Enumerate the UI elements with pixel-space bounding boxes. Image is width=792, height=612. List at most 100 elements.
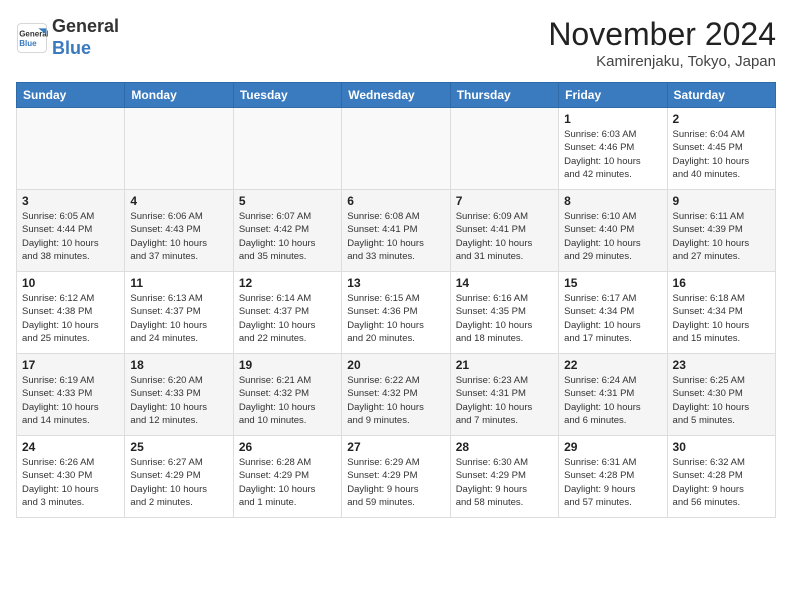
- day-info: Sunrise: 6:03 AM Sunset: 4:46 PM Dayligh…: [564, 128, 661, 181]
- day-number: 27: [347, 440, 444, 454]
- title-block: November 2024 Kamirenjaku, Tokyo, Japan: [548, 16, 776, 70]
- day-info: Sunrise: 6:07 AM Sunset: 4:42 PM Dayligh…: [239, 210, 336, 263]
- day-info: Sunrise: 6:31 AM Sunset: 4:28 PM Dayligh…: [564, 456, 661, 509]
- day-info: Sunrise: 6:04 AM Sunset: 4:45 PM Dayligh…: [673, 128, 770, 181]
- calendar-cell: 15 Sunrise: 6:17 AM Sunset: 4:34 PM Dayli…: [559, 272, 667, 354]
- logo: General Blue General Blue: [16, 16, 119, 59]
- location: Kamirenjaku, Tokyo, Japan: [548, 53, 776, 70]
- day-number: 28: [456, 440, 553, 454]
- calendar-cell: 28Sunrise: 6:30 AM Sunset: 4:29 PM Dayli…: [450, 436, 558, 518]
- day-info: Sunrise: 6:16 AM Sunset: 4:35 PM Dayligh…: [456, 292, 553, 345]
- logo-blue: Blue: [52, 38, 91, 58]
- day-info: Sunrise: 6:29 AM Sunset: 4:29 PM Dayligh…: [347, 456, 444, 509]
- calendar-cell: 12 Sunrise: 6:14 AM Sunset: 4:37 PM Dayli…: [233, 272, 341, 354]
- day-number: 18: [130, 358, 227, 372]
- day-info: Sunrise: 6:19 AM Sunset: 4:33 PM Dayligh…: [22, 374, 119, 427]
- day-number: 19: [239, 358, 336, 372]
- day-number: 17: [22, 358, 119, 372]
- day-number: 10: [22, 276, 119, 290]
- day-number: 5: [239, 194, 336, 208]
- logo-general: General: [52, 16, 119, 36]
- calendar-cell: 22 Sunrise: 6:24 AM Sunset: 4:31 PM Dayli…: [559, 354, 667, 436]
- weekday-header-sunday: Sunday: [17, 83, 125, 108]
- day-number: 24: [22, 440, 119, 454]
- day-info: Sunrise: 6:17 AM Sunset: 4:34 PM Dayligh…: [564, 292, 661, 345]
- day-info: Sunrise: 6:14 AM Sunset: 4:37 PM Dayligh…: [239, 292, 336, 345]
- day-number: 23: [673, 358, 770, 372]
- calendar-cell: 10 Sunrise: 6:12 AM Sunset: 4:38 PM Dayli…: [17, 272, 125, 354]
- calendar-cell: 8Sunrise: 6:10 AM Sunset: 4:40 PM Daylig…: [559, 190, 667, 272]
- calendar-cell: 3 Sunrise: 6:05 AM Sunset: 4:44 PM Daylig…: [17, 190, 125, 272]
- day-number: 11: [130, 276, 227, 290]
- page-container: General Blue General Blue November 2024 …: [0, 0, 792, 612]
- week-row-3: 17 Sunrise: 6:19 AM Sunset: 4:33 PM Dayli…: [17, 354, 776, 436]
- day-info: Sunrise: 6:24 AM Sunset: 4:31 PM Dayligh…: [564, 374, 661, 427]
- calendar-cell: 4Sunrise: 6:06 AM Sunset: 4:43 PM Daylig…: [125, 190, 233, 272]
- logo-text: General Blue: [52, 16, 119, 59]
- day-number: 26: [239, 440, 336, 454]
- weekday-header-row: SundayMondayTuesdayWednesdayThursdayFrid…: [17, 83, 776, 108]
- day-number: 25: [130, 440, 227, 454]
- day-number: 21: [456, 358, 553, 372]
- week-row-4: 24 Sunrise: 6:26 AM Sunset: 4:30 PM Dayli…: [17, 436, 776, 518]
- calendar-cell: 7Sunrise: 6:09 AM Sunset: 4:41 PM Daylig…: [450, 190, 558, 272]
- calendar-cell: 11Sunrise: 6:13 AM Sunset: 4:37 PM Dayli…: [125, 272, 233, 354]
- month-title: November 2024: [548, 16, 776, 53]
- logo-icon: General Blue: [16, 22, 48, 54]
- week-row-2: 10 Sunrise: 6:12 AM Sunset: 4:38 PM Dayli…: [17, 272, 776, 354]
- day-number: 9: [673, 194, 770, 208]
- day-number: 12: [239, 276, 336, 290]
- day-number: 29: [564, 440, 661, 454]
- calendar-table: SundayMondayTuesdayWednesdayThursdayFrid…: [16, 82, 776, 518]
- page-header: General Blue General Blue November 2024 …: [16, 16, 776, 70]
- day-number: 13: [347, 276, 444, 290]
- week-row-0: 1Sunrise: 6:03 AM Sunset: 4:46 PM Daylig…: [17, 108, 776, 190]
- calendar-cell: 17 Sunrise: 6:19 AM Sunset: 4:33 PM Dayli…: [17, 354, 125, 436]
- day-info: Sunrise: 6:23 AM Sunset: 4:31 PM Dayligh…: [456, 374, 553, 427]
- calendar-cell: 26Sunrise: 6:28 AM Sunset: 4:29 PM Dayli…: [233, 436, 341, 518]
- day-number: 3: [22, 194, 119, 208]
- weekday-header-tuesday: Tuesday: [233, 83, 341, 108]
- calendar-cell: 27 Sunrise: 6:29 AM Sunset: 4:29 PM Dayli…: [342, 436, 450, 518]
- day-number: 22: [564, 358, 661, 372]
- calendar-cell: 2Sunrise: 6:04 AM Sunset: 4:45 PM Daylig…: [667, 108, 775, 190]
- day-info: Sunrise: 6:05 AM Sunset: 4:44 PM Dayligh…: [22, 210, 119, 263]
- day-number: 4: [130, 194, 227, 208]
- calendar-cell: 13 Sunrise: 6:15 AM Sunset: 4:36 PM Dayli…: [342, 272, 450, 354]
- weekday-header-saturday: Saturday: [667, 83, 775, 108]
- calendar-cell: 24 Sunrise: 6:26 AM Sunset: 4:30 PM Dayli…: [17, 436, 125, 518]
- day-number: 14: [456, 276, 553, 290]
- day-info: Sunrise: 6:27 AM Sunset: 4:29 PM Dayligh…: [130, 456, 227, 509]
- calendar-cell: [233, 108, 341, 190]
- calendar-cell: 5 Sunrise: 6:07 AM Sunset: 4:42 PM Daylig…: [233, 190, 341, 272]
- calendar-cell: 14 Sunrise: 6:16 AM Sunset: 4:35 PM Dayli…: [450, 272, 558, 354]
- calendar-cell: 6 Sunrise: 6:08 AM Sunset: 4:41 PM Daylig…: [342, 190, 450, 272]
- week-row-1: 3 Sunrise: 6:05 AM Sunset: 4:44 PM Daylig…: [17, 190, 776, 272]
- calendar-cell: 20Sunrise: 6:22 AM Sunset: 4:32 PM Dayli…: [342, 354, 450, 436]
- day-info: Sunrise: 6:12 AM Sunset: 4:38 PM Dayligh…: [22, 292, 119, 345]
- weekday-header-monday: Monday: [125, 83, 233, 108]
- calendar-cell: 1Sunrise: 6:03 AM Sunset: 4:46 PM Daylig…: [559, 108, 667, 190]
- day-info: Sunrise: 6:08 AM Sunset: 4:41 PM Dayligh…: [347, 210, 444, 263]
- calendar-cell: [450, 108, 558, 190]
- weekday-header-friday: Friday: [559, 83, 667, 108]
- calendar-cell: 29 Sunrise: 6:31 AM Sunset: 4:28 PM Dayli…: [559, 436, 667, 518]
- calendar-cell: 18 Sunrise: 6:20 AM Sunset: 4:33 PM Dayli…: [125, 354, 233, 436]
- day-info: Sunrise: 6:26 AM Sunset: 4:30 PM Dayligh…: [22, 456, 119, 509]
- weekday-header-thursday: Thursday: [450, 83, 558, 108]
- day-info: Sunrise: 6:09 AM Sunset: 4:41 PM Dayligh…: [456, 210, 553, 263]
- day-number: 16: [673, 276, 770, 290]
- day-info: Sunrise: 6:20 AM Sunset: 4:33 PM Dayligh…: [130, 374, 227, 427]
- day-info: Sunrise: 6:18 AM Sunset: 4:34 PM Dayligh…: [673, 292, 770, 345]
- day-number: 15: [564, 276, 661, 290]
- calendar-cell: 30Sunrise: 6:32 AM Sunset: 4:28 PM Dayli…: [667, 436, 775, 518]
- calendar-cell: [342, 108, 450, 190]
- calendar-cell: 9Sunrise: 6:11 AM Sunset: 4:39 PM Daylig…: [667, 190, 775, 272]
- day-info: Sunrise: 6:10 AM Sunset: 4:40 PM Dayligh…: [564, 210, 661, 263]
- day-number: 6: [347, 194, 444, 208]
- day-info: Sunrise: 6:15 AM Sunset: 4:36 PM Dayligh…: [347, 292, 444, 345]
- weekday-header-wednesday: Wednesday: [342, 83, 450, 108]
- day-number: 20: [347, 358, 444, 372]
- day-info: Sunrise: 6:21 AM Sunset: 4:32 PM Dayligh…: [239, 374, 336, 427]
- calendar-cell: 23Sunrise: 6:25 AM Sunset: 4:30 PM Dayli…: [667, 354, 775, 436]
